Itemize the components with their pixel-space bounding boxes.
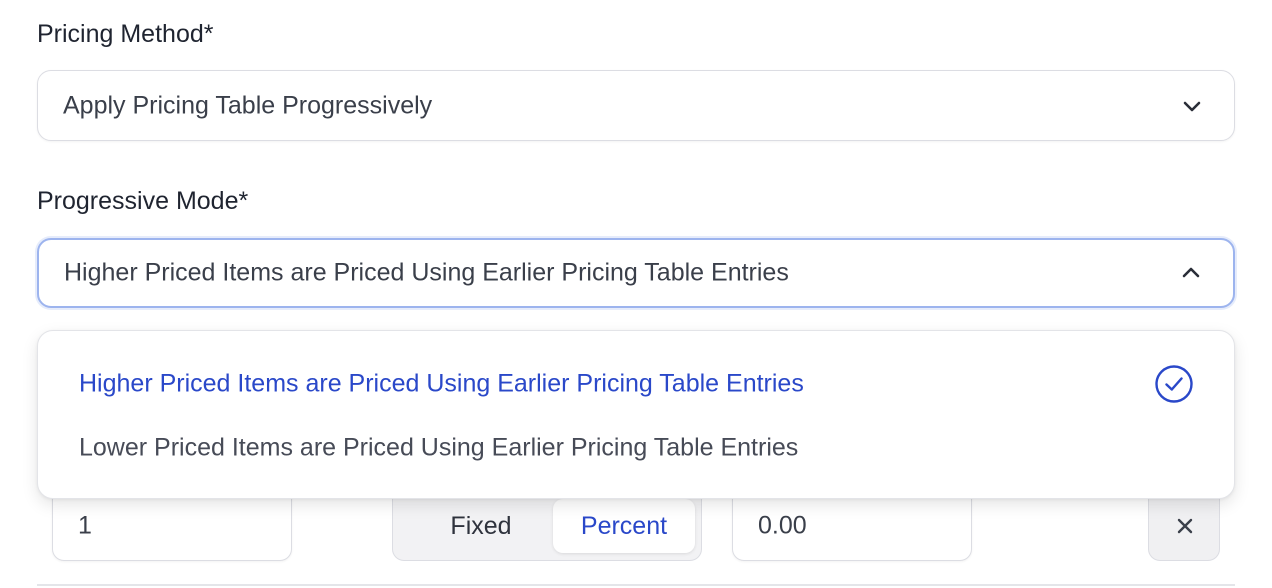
row-divider xyxy=(37,584,1235,586)
dropdown-option-higher-priced[interactable]: Higher Priced Items are Priced Using Ear… xyxy=(79,358,1194,410)
option-label: Lower Priced Items are Priced Using Earl… xyxy=(79,433,799,462)
amount-value: 0.00 xyxy=(758,511,807,540)
option-label: Higher Priced Items are Priced Using Ear… xyxy=(79,369,804,398)
check-circle-icon xyxy=(1155,365,1193,403)
progressive-mode-dropdown: Higher Priced Items are Priced Using Ear… xyxy=(37,330,1235,499)
percent-option[interactable]: Percent xyxy=(553,499,695,553)
progressive-mode-label: Progressive Mode* xyxy=(37,187,249,215)
fixed-option[interactable]: Fixed xyxy=(411,499,551,553)
close-icon xyxy=(1177,518,1193,534)
pricing-method-label: Pricing Method* xyxy=(37,20,214,48)
chevron-down-icon xyxy=(1183,101,1201,111)
pricing-method-value: Apply Pricing Table Progressively xyxy=(63,91,433,119)
dropdown-option-lower-priced[interactable]: Lower Priced Items are Priced Using Earl… xyxy=(79,422,1194,474)
quantity-value: 1 xyxy=(78,511,92,540)
pricing-method-select[interactable]: Apply Pricing Table Progressively xyxy=(37,70,1235,141)
chevron-up-icon xyxy=(1182,267,1200,278)
progressive-mode-select[interactable]: Higher Priced Items are Priced Using Ear… xyxy=(37,238,1235,308)
progressive-mode-value: Higher Priced Items are Priced Using Ear… xyxy=(64,258,789,287)
